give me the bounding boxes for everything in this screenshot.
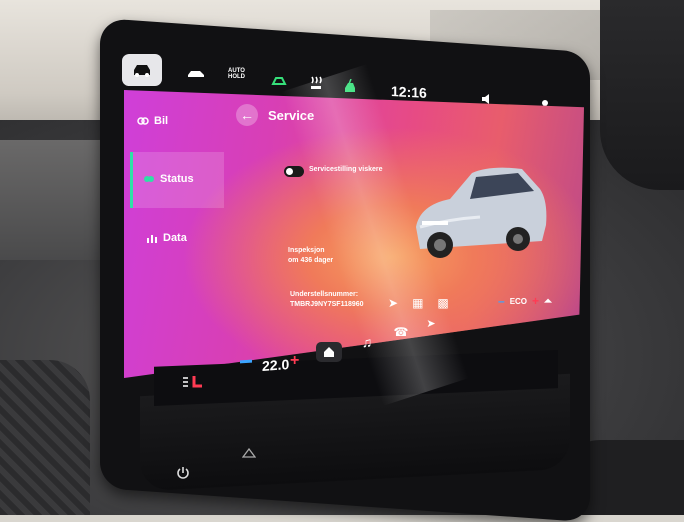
temperature-value: 22.0: [262, 356, 290, 374]
screen-dock: ➤ ▦ ▩: [388, 296, 449, 310]
hazard-icon[interactable]: [242, 448, 256, 458]
vin-label: Understellsnummer:: [290, 291, 359, 298]
sidebar-item-status[interactable]: Status: [143, 173, 194, 185]
volume-icon: [482, 94, 489, 104]
inspection-value: om 436 dager: [288, 257, 334, 264]
inspection-title: Inspeksjon: [288, 247, 325, 254]
car-image: [416, 167, 547, 258]
sidebar-item-data[interactable]: Data: [146, 232, 187, 244]
drive-mode: – ECO + ⏶: [498, 294, 552, 308]
auto-hold-badge[interactable]: AUTO HOLD: [228, 68, 245, 80]
wiper-service-toggle[interactable]: [284, 166, 304, 177]
nav-icon: ➤: [426, 317, 436, 330]
driver-assist-button[interactable]: [268, 70, 290, 92]
vin-info: Understellsnummer: TMBRJ9NY7SF118960: [290, 290, 364, 310]
charging-button[interactable]: [340, 76, 360, 98]
sidebar-item-label: Data: [163, 232, 187, 244]
charging-icon: [345, 79, 355, 92]
temp-up-button[interactable]: +: [290, 352, 299, 370]
heated-seat-button[interactable]: [306, 72, 326, 94]
navigation-icon[interactable]: ➤: [388, 296, 398, 310]
sidebar-item-bil[interactable]: Bil: [137, 115, 168, 127]
power-icon[interactable]: [176, 466, 190, 480]
inspection-info: Inspeksjon om 436 dager: [288, 246, 333, 266]
heated-seat-icon: [311, 76, 322, 89]
car-icon: [134, 65, 150, 77]
back-button[interactable]: ←: [236, 104, 258, 126]
a-pillar: [600, 0, 684, 190]
minus-icon[interactable]: –: [498, 294, 505, 308]
phone-button[interactable]: ☎: [388, 322, 414, 342]
bar-chart-icon: [147, 235, 157, 243]
driver-assist-icon: [271, 77, 287, 85]
arrow-left-icon: ←: [240, 107, 254, 123]
apps-icon[interactable]: ▩: [437, 296, 448, 310]
eco-label[interactable]: ECO: [510, 297, 527, 306]
car-check-icon: [144, 176, 154, 182]
home-button[interactable]: [316, 342, 342, 362]
vin-value: TMBRJ9NY7SF118960: [290, 301, 364, 308]
car-icon: [137, 117, 149, 125]
phone-icon: ☎: [393, 325, 409, 339]
seat-fabric: [0, 360, 90, 515]
seat-heat-icon: [183, 376, 202, 388]
toggle-label: Servicestilling viskere: [309, 166, 383, 173]
sidebar-item-label: Status: [160, 173, 194, 185]
sidebar-active-accent: [130, 152, 133, 208]
plus-icon[interactable]: +: [532, 294, 539, 308]
car-side-icon: [188, 71, 204, 77]
clock: 12:16: [391, 83, 427, 101]
home-icon: [324, 347, 334, 357]
music-button[interactable]: ♫: [354, 332, 380, 352]
seat-icon[interactable]: ⏶: [544, 296, 552, 307]
nav-button[interactable]: ➤: [418, 313, 444, 333]
music-icon: ♫: [361, 334, 373, 350]
grid-icon[interactable]: ▦: [412, 296, 423, 310]
sidebar-item-label: Bil: [154, 115, 169, 127]
seat-heat-button[interactable]: [180, 372, 206, 392]
page-title: Service: [268, 108, 315, 123]
car-home-button[interactable]: [122, 54, 162, 86]
car-side-button[interactable]: [184, 62, 208, 84]
